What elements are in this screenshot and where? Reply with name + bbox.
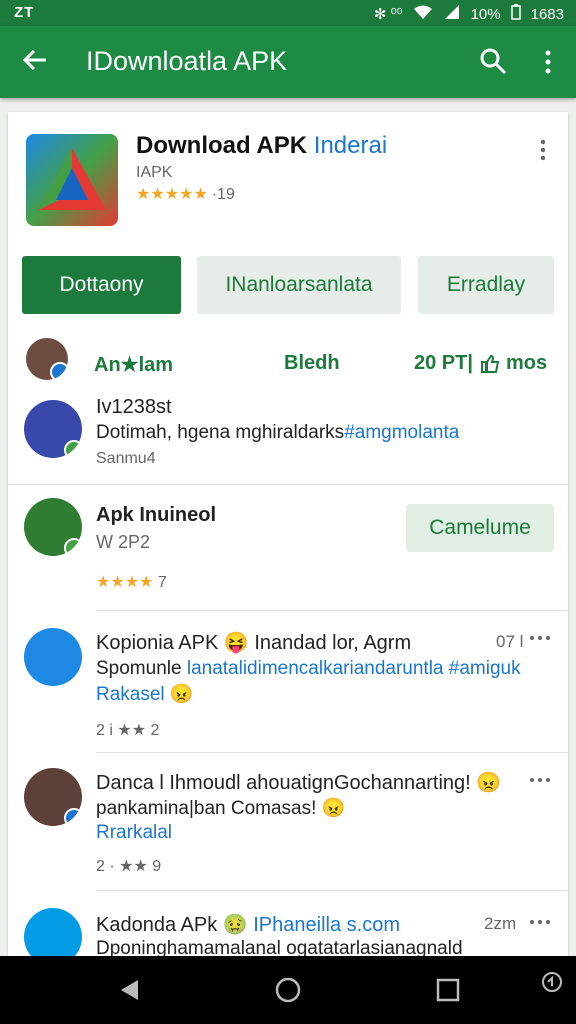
review-hashtag[interactable]: #amgmolanta	[344, 422, 459, 443]
like-action-label: mos	[506, 352, 548, 374]
stats-right-label: 20 PT|	[414, 352, 473, 374]
review-link[interactable]: Rrarkalal	[96, 822, 172, 844]
search-icon[interactable]	[478, 46, 508, 76]
review-more-icon[interactable]	[528, 914, 552, 932]
rating-count: ·19	[211, 186, 235, 203]
carrier-label: ZT	[14, 4, 35, 21]
review-more-icon[interactable]	[528, 630, 552, 648]
status-bar: ZT ✻ ⁰⁰ 10% 1683	[0, 0, 576, 26]
battery-icon	[510, 4, 521, 24]
stats-left-label: An★lam	[94, 354, 174, 376]
review-count: 7	[157, 574, 167, 591]
assistant-icon[interactable]	[540, 970, 564, 999]
review-rating: ★★★★ 7	[96, 572, 167, 592]
back-arrow-icon[interactable]	[20, 45, 50, 81]
review-author: Kopionia APK 😝 Inandad lor, Agrm	[96, 632, 412, 654]
recents-square-icon[interactable]	[436, 978, 460, 1007]
app-icon	[26, 134, 118, 226]
like-action[interactable]: mos	[480, 352, 547, 375]
system-navigation-bar	[0, 956, 576, 1024]
review-author: Apk Inuineol	[96, 504, 216, 526]
status-icons: ✻ ⁰⁰	[373, 6, 403, 23]
app-rating: ★★★★★ ·19	[136, 184, 235, 204]
primary-button[interactable]: Dottaony	[22, 256, 181, 314]
review-time: 2zm	[484, 914, 517, 933]
thumbs-up-icon	[481, 354, 500, 373]
app-title-accent: Inderai	[313, 132, 388, 159]
card-more-icon[interactable]	[538, 138, 548, 162]
review-avatar[interactable]	[24, 768, 82, 826]
tertiary-button[interactable]: Erradlay	[418, 256, 554, 314]
online-badge-icon	[64, 440, 82, 458]
app-subtitle: IAPK	[136, 164, 173, 181]
wifi-icon	[413, 4, 433, 24]
review-action-button[interactable]: Camelume	[406, 504, 554, 552]
review-time: 07 l	[496, 632, 524, 651]
review-meta: 2 · ★★ 9	[96, 858, 162, 875]
review-body: Dotimah, hgena mghiraldarks#amgmolanta	[96, 422, 460, 443]
review-more-icon[interactable]	[528, 772, 552, 790]
review-author-link[interactable]: IPhaneilla s.com	[253, 914, 400, 936]
clock: 1683	[530, 5, 564, 23]
divider	[96, 890, 568, 891]
battery-level: 10%	[470, 5, 501, 23]
review-avatar[interactable]	[24, 628, 82, 686]
app-title: Download APK Inderai	[136, 132, 388, 159]
rating-stars: ★★★★★	[136, 186, 208, 203]
app-detail-card: Download APK Inderai IAPK ★★★★★ ·19 Dotta…	[8, 112, 568, 972]
home-circle-icon[interactable]	[274, 976, 302, 1009]
review-avatar[interactable]	[24, 400, 82, 458]
app-bar-title: IDownloatla APK	[86, 46, 288, 76]
review-body-2: Rakasel 😠	[96, 684, 194, 705]
online-badge-icon	[64, 538, 82, 556]
verified-badge-icon	[50, 362, 68, 380]
secondary-button[interactable]: INanloarsanlata	[197, 256, 401, 314]
stats-mid-label: Bledh	[284, 352, 340, 374]
back-triangle-icon[interactable]	[118, 978, 142, 1007]
review-sub: W 2P2	[96, 532, 151, 552]
verified-badge-icon	[64, 808, 82, 826]
review-meta: 2 i ★★ 2	[96, 722, 160, 739]
review-body: Spomunle lanatalidimencalkariandaruntla …	[96, 658, 521, 679]
stats-avatar	[26, 338, 68, 380]
divider	[96, 610, 568, 611]
review-meta: Sanmu4	[96, 450, 156, 467]
signal-icon	[443, 4, 461, 24]
divider	[8, 484, 568, 485]
review-author: Kadonda APk 🤢 IPhaneilla s.com	[96, 914, 400, 936]
review-link[interactable]: lanatalidimencalkariandaruntla #amiguk	[187, 658, 521, 679]
review-body: pankamina|ban Comasas! 😠	[96, 798, 346, 819]
review-stars: ★★★★	[96, 574, 154, 591]
app-bar: IDownloatla APK	[0, 26, 576, 98]
review-avatar[interactable]	[24, 498, 82, 556]
review-author: Danca l Ihmoudl ahouatignGochannarting! …	[96, 772, 502, 794]
more-options-icon[interactable]	[538, 48, 558, 76]
review-author: Iv1238st	[96, 396, 172, 418]
divider	[96, 752, 568, 753]
